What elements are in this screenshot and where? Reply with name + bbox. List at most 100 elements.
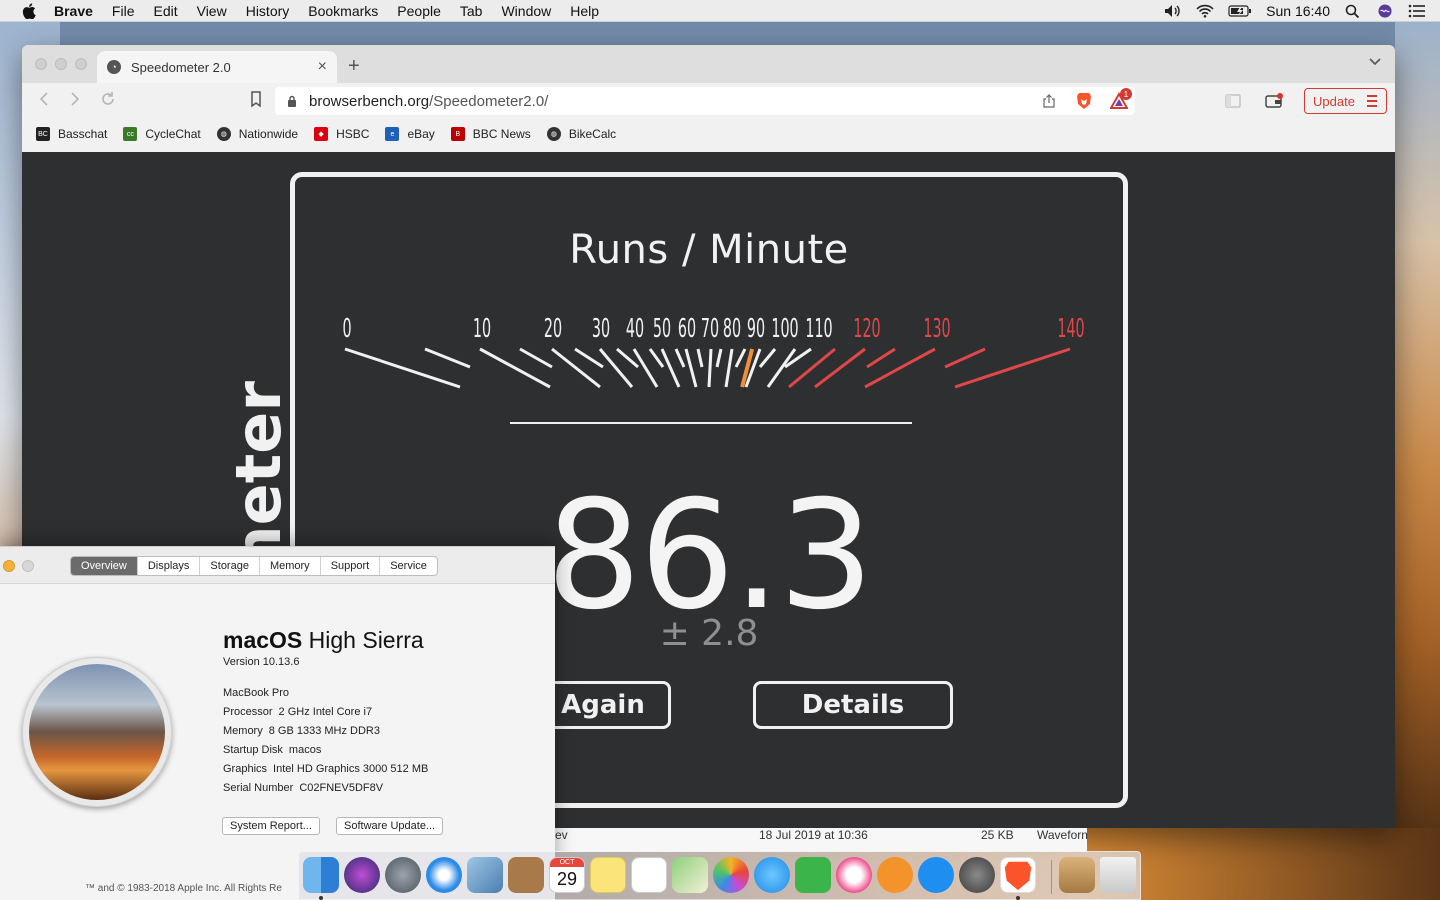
tab-speedometer[interactable]: ◔ Speedometer 2.0 ×	[97, 51, 337, 83]
url-path: /Speedometer2.0/	[429, 92, 549, 110]
tab-displays[interactable]: Displays	[138, 557, 201, 575]
reload-icon[interactable]	[100, 91, 116, 107]
copyright-text: ™ and © 1983-2018 Apple Inc. All Rights …	[85, 883, 282, 894]
tab-support[interactable]: Support	[321, 557, 381, 575]
window-zoom-button[interactable]	[75, 58, 87, 70]
system-report-button[interactable]: System Report...	[222, 817, 320, 835]
new-tab-plus-icon[interactable]: +	[348, 55, 360, 78]
scale-label-50: 50	[653, 313, 671, 343]
ibooks-icon[interactable]	[877, 857, 913, 893]
maps-icon[interactable]	[672, 857, 708, 893]
battery-charging-icon[interactable]	[1228, 4, 1252, 18]
spotlight-search-icon[interactable]	[1344, 4, 1362, 18]
menu-view[interactable]: View	[197, 3, 227, 19]
sidebar-toggle-icon[interactable]	[1225, 94, 1241, 108]
app-store-icon[interactable]	[918, 857, 954, 893]
forward-arrow-icon[interactable]	[68, 91, 82, 107]
update-button[interactable]: Update	[1304, 88, 1387, 114]
test-again-button[interactable]: Again	[535, 681, 671, 729]
menu-file[interactable]: File	[112, 3, 135, 19]
bookmark-icon[interactable]	[250, 91, 262, 107]
menu-window[interactable]: Window	[501, 3, 551, 19]
tab-storage[interactable]: Storage	[200, 557, 260, 575]
notification-center-icon[interactable]	[1408, 4, 1426, 18]
trash-icon[interactable]	[1100, 857, 1136, 893]
bookmark-bikecalc[interactable]: ◍ BikeCalc	[546, 127, 616, 141]
tab-list-chevron-icon[interactable]	[1369, 55, 1381, 67]
bookmark-nationwide[interactable]: ◍ Nationwide	[216, 127, 298, 141]
tab-memory[interactable]: Memory	[260, 557, 321, 575]
menu-bookmarks[interactable]: Bookmarks	[308, 3, 378, 19]
menu-people[interactable]: People	[397, 3, 441, 19]
desktop-wallpaper-right	[1395, 22, 1440, 900]
bookmark-basschat[interactable]: BC Basschat	[36, 127, 107, 141]
system-preferences-icon[interactable]	[959, 857, 995, 893]
bookmark-bbc-news[interactable]: B BBC News	[450, 127, 531, 141]
dock: OCT 29	[298, 851, 1141, 900]
window-minimize-button[interactable]	[55, 58, 67, 70]
bbc-news-favicon-icon: B	[450, 127, 465, 141]
menu-edit[interactable]: Edit	[153, 3, 177, 19]
calendar-month: OCT	[550, 858, 584, 867]
itunes-icon[interactable]	[836, 857, 872, 893]
bookmark-cyclechat[interactable]: cc CycleChat	[123, 127, 201, 141]
launchpad-icon[interactable]	[385, 857, 421, 893]
hamburger-menu-icon	[1367, 95, 1377, 107]
ebay-favicon-icon: e	[385, 127, 400, 141]
facetime-icon[interactable]	[795, 857, 831, 893]
archive-utility-icon[interactable]	[1059, 857, 1095, 893]
finder-file-row[interactable]: ev 18 Jul 2019 at 10:36 25 KB Waveforn	[555, 828, 1088, 852]
details-label: Details	[801, 690, 905, 720]
tab-close-icon[interactable]: ×	[318, 58, 327, 76]
about-zoom-button[interactable]	[22, 560, 34, 572]
about-tab-control: Overview Displays Storage Memory Support…	[70, 556, 438, 576]
bookmark-ebay[interactable]: e eBay	[385, 127, 435, 141]
about-minimize-button[interactable]	[3, 560, 15, 572]
finder-icon[interactable]	[303, 857, 339, 893]
menu-app-brave[interactable]: Brave	[54, 3, 93, 19]
gauge-tick	[598, 348, 634, 388]
gauge-tick	[864, 347, 936, 389]
gauge-dial: 0 10 20 30 40 50 60 70 80 90 100 110 120 130 140	[342, 313, 1085, 389]
spec-key: Processor	[223, 706, 273, 718]
wifi-icon[interactable]	[1196, 4, 1214, 18]
brave-shields-icon[interactable]	[1075, 92, 1093, 110]
rewards-badge: 1	[1120, 88, 1132, 100]
spec-serial-number: Serial Number C02FNEV5DF8V	[223, 782, 383, 794]
apple-icon[interactable]	[20, 2, 38, 19]
siri-icon[interactable]	[1376, 3, 1394, 18]
back-arrow-icon[interactable]	[37, 91, 51, 107]
menu-tab[interactable]: Tab	[460, 3, 483, 19]
window-close-button[interactable]	[35, 58, 47, 70]
menubar-clock[interactable]: Sun 16:40	[1266, 3, 1330, 19]
tab-overview[interactable]: Overview	[71, 557, 138, 575]
spec-memory: Memory 8 GB 1333 MHz DDR3	[223, 725, 380, 737]
photos-icon[interactable]	[713, 857, 749, 893]
gauge-baseline	[510, 422, 912, 424]
menu-history[interactable]: History	[246, 3, 290, 19]
wallet-icon[interactable]	[1265, 93, 1283, 109]
tab-service[interactable]: Service	[380, 557, 437, 575]
preview-icon[interactable]	[467, 857, 503, 893]
notes-book-icon[interactable]	[508, 857, 544, 893]
gauge-tick	[696, 348, 704, 368]
scale-label-0: 0	[342, 313, 351, 343]
gauge-tick	[866, 347, 896, 369]
volume-icon[interactable]	[1164, 4, 1182, 18]
messages-icon[interactable]	[754, 857, 790, 893]
safari-icon[interactable]	[426, 857, 462, 893]
share-icon[interactable]	[1043, 94, 1055, 108]
bookmark-hsbc[interactable]: ◆ HSBC	[314, 127, 369, 141]
gauge-tick	[715, 348, 723, 368]
address-bar[interactable]: browserbench.org /Speedometer2.0/	[275, 87, 1135, 115]
bookmark-label: HSBC	[336, 127, 370, 141]
software-update-button[interactable]: Software Update...	[336, 817, 444, 835]
brave-icon[interactable]	[1000, 857, 1036, 893]
siri-icon[interactable]	[344, 857, 380, 893]
stickies-icon[interactable]	[590, 857, 626, 893]
calendar-icon[interactable]: OCT 29	[549, 857, 585, 893]
details-button[interactable]: Details	[753, 681, 953, 729]
reminders-icon[interactable]	[631, 857, 667, 893]
menu-help[interactable]: Help	[570, 3, 599, 19]
bookmark-label: CycleChat	[145, 127, 201, 141]
